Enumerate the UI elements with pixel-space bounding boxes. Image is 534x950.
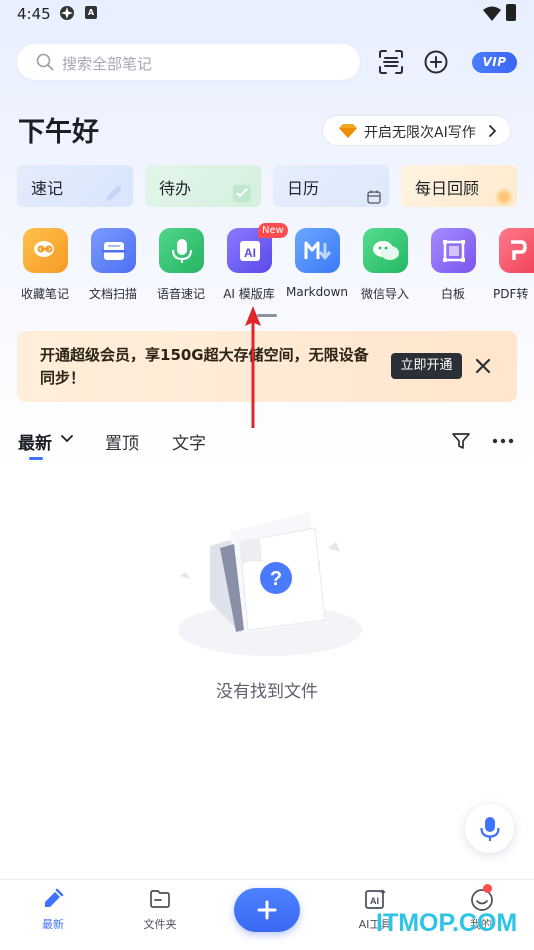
vip-button[interactable]: VIP [472, 52, 517, 73]
nav-label: 最新 [42, 918, 64, 931]
search-input[interactable]: 搜索全部笔记 [17, 44, 360, 80]
new-note-button[interactable] [234, 888, 300, 932]
svg-text:AI: AI [244, 246, 256, 260]
folder-icon [150, 890, 170, 908]
microphone-icon [159, 228, 204, 273]
tool-pdf[interactable]: PDF转 [487, 228, 534, 308]
diamond-icon [339, 124, 357, 138]
pencil-icon [106, 185, 122, 201]
tool-favorites[interactable]: 收藏笔记 [11, 228, 79, 308]
voice-input-button[interactable] [465, 804, 514, 853]
annotation-arrow [245, 306, 261, 428]
empty-state-text: 没有找到文件 [216, 682, 318, 702]
tab-latest[interactable]: 最新 [18, 429, 52, 454]
microphone-icon [479, 816, 500, 841]
chevron-right-icon [489, 125, 496, 137]
status-notification-icon: A [85, 6, 97, 19]
quick-card-label: 日历 [287, 179, 320, 198]
quick-card-daily-review[interactable]: 每日回顾 [401, 165, 517, 207]
greeting-title: 下午好 [18, 117, 99, 148]
search-icon [36, 53, 54, 71]
markdown-icon [295, 228, 340, 273]
calendar-icon [367, 190, 381, 204]
pdf-icon [499, 228, 534, 273]
svg-text:AI: AI [370, 896, 379, 906]
tab-pinned[interactable]: 置顶 [105, 429, 139, 454]
close-icon[interactable] [474, 357, 492, 375]
quick-card-memo[interactable]: 速记 [17, 165, 133, 207]
quick-card-calendar[interactable]: 日历 [273, 165, 389, 207]
nav-folders[interactable]: 文件夹 [125, 888, 195, 938]
wifi-icon [483, 6, 501, 21]
tool-label: 白板 [440, 287, 465, 301]
search-placeholder: 搜索全部笔记 [62, 55, 153, 73]
tool-doc-scan[interactable]: 文档扫描 [79, 228, 147, 308]
tab-underline [29, 457, 43, 460]
plus-icon [257, 900, 277, 920]
link-icon [23, 228, 68, 273]
promo-banner[interactable]: 开通超级会员，享150G超大存储空间，无限设备同步！ 立即开通 [17, 331, 517, 402]
filter-icon[interactable] [451, 431, 471, 451]
status-time: 4:45 [17, 5, 51, 23]
scan-icon[interactable] [377, 48, 405, 76]
checklist-icon [233, 185, 251, 202]
tool-ai-template[interactable]: AI AI 模版库 [215, 228, 283, 308]
wechat-icon [363, 228, 408, 273]
watermark: ITMOP.COM [376, 909, 518, 937]
quick-card-label: 速记 [31, 179, 64, 198]
nav-label: 文件夹 [143, 918, 177, 931]
tool-wechat-import[interactable]: 微信导入 [351, 228, 419, 308]
empty-folder-illustration: ? [178, 512, 362, 656]
quick-card-label: 每日回顾 [415, 179, 480, 198]
notification-dot [483, 884, 492, 893]
battery-icon [506, 4, 516, 21]
promo-text: 开通超级会员，享150G超大存储空间，无限设备同步！ [40, 346, 369, 387]
scanner-icon [91, 228, 136, 273]
whiteboard-icon [431, 228, 476, 273]
ai-tools-icon: AI [365, 889, 386, 909]
tool-voice-memo[interactable]: 语音速记 [147, 228, 215, 308]
more-icon[interactable] [492, 438, 514, 444]
tool-label: PDF转 [493, 287, 529, 301]
add-circle-icon[interactable] [422, 48, 450, 76]
sun-icon [496, 189, 512, 205]
status-bar: 4:45 A [0, 0, 534, 28]
ai-write-label: 开启无限次AI写作 [364, 125, 476, 141]
tab-text[interactable]: 文字 [172, 429, 206, 454]
quick-card-label: 待办 [159, 179, 192, 198]
chevron-down-icon[interactable] [60, 434, 74, 444]
tool-markdown[interactable]: Markdown [283, 228, 351, 308]
note-icon [45, 888, 64, 907]
nav-latest[interactable]: 最新 [18, 888, 88, 938]
new-badge: New [258, 223, 288, 238]
tool-whiteboard[interactable]: 白板 [419, 228, 487, 308]
svg-text:?: ? [270, 568, 282, 590]
ai-write-button[interactable]: 开启无限次AI写作 [322, 115, 511, 146]
quick-card-todo[interactable]: 待办 [145, 165, 261, 207]
status-app-icon [60, 6, 74, 20]
promo-open-button[interactable]: 立即开通 [391, 353, 462, 379]
